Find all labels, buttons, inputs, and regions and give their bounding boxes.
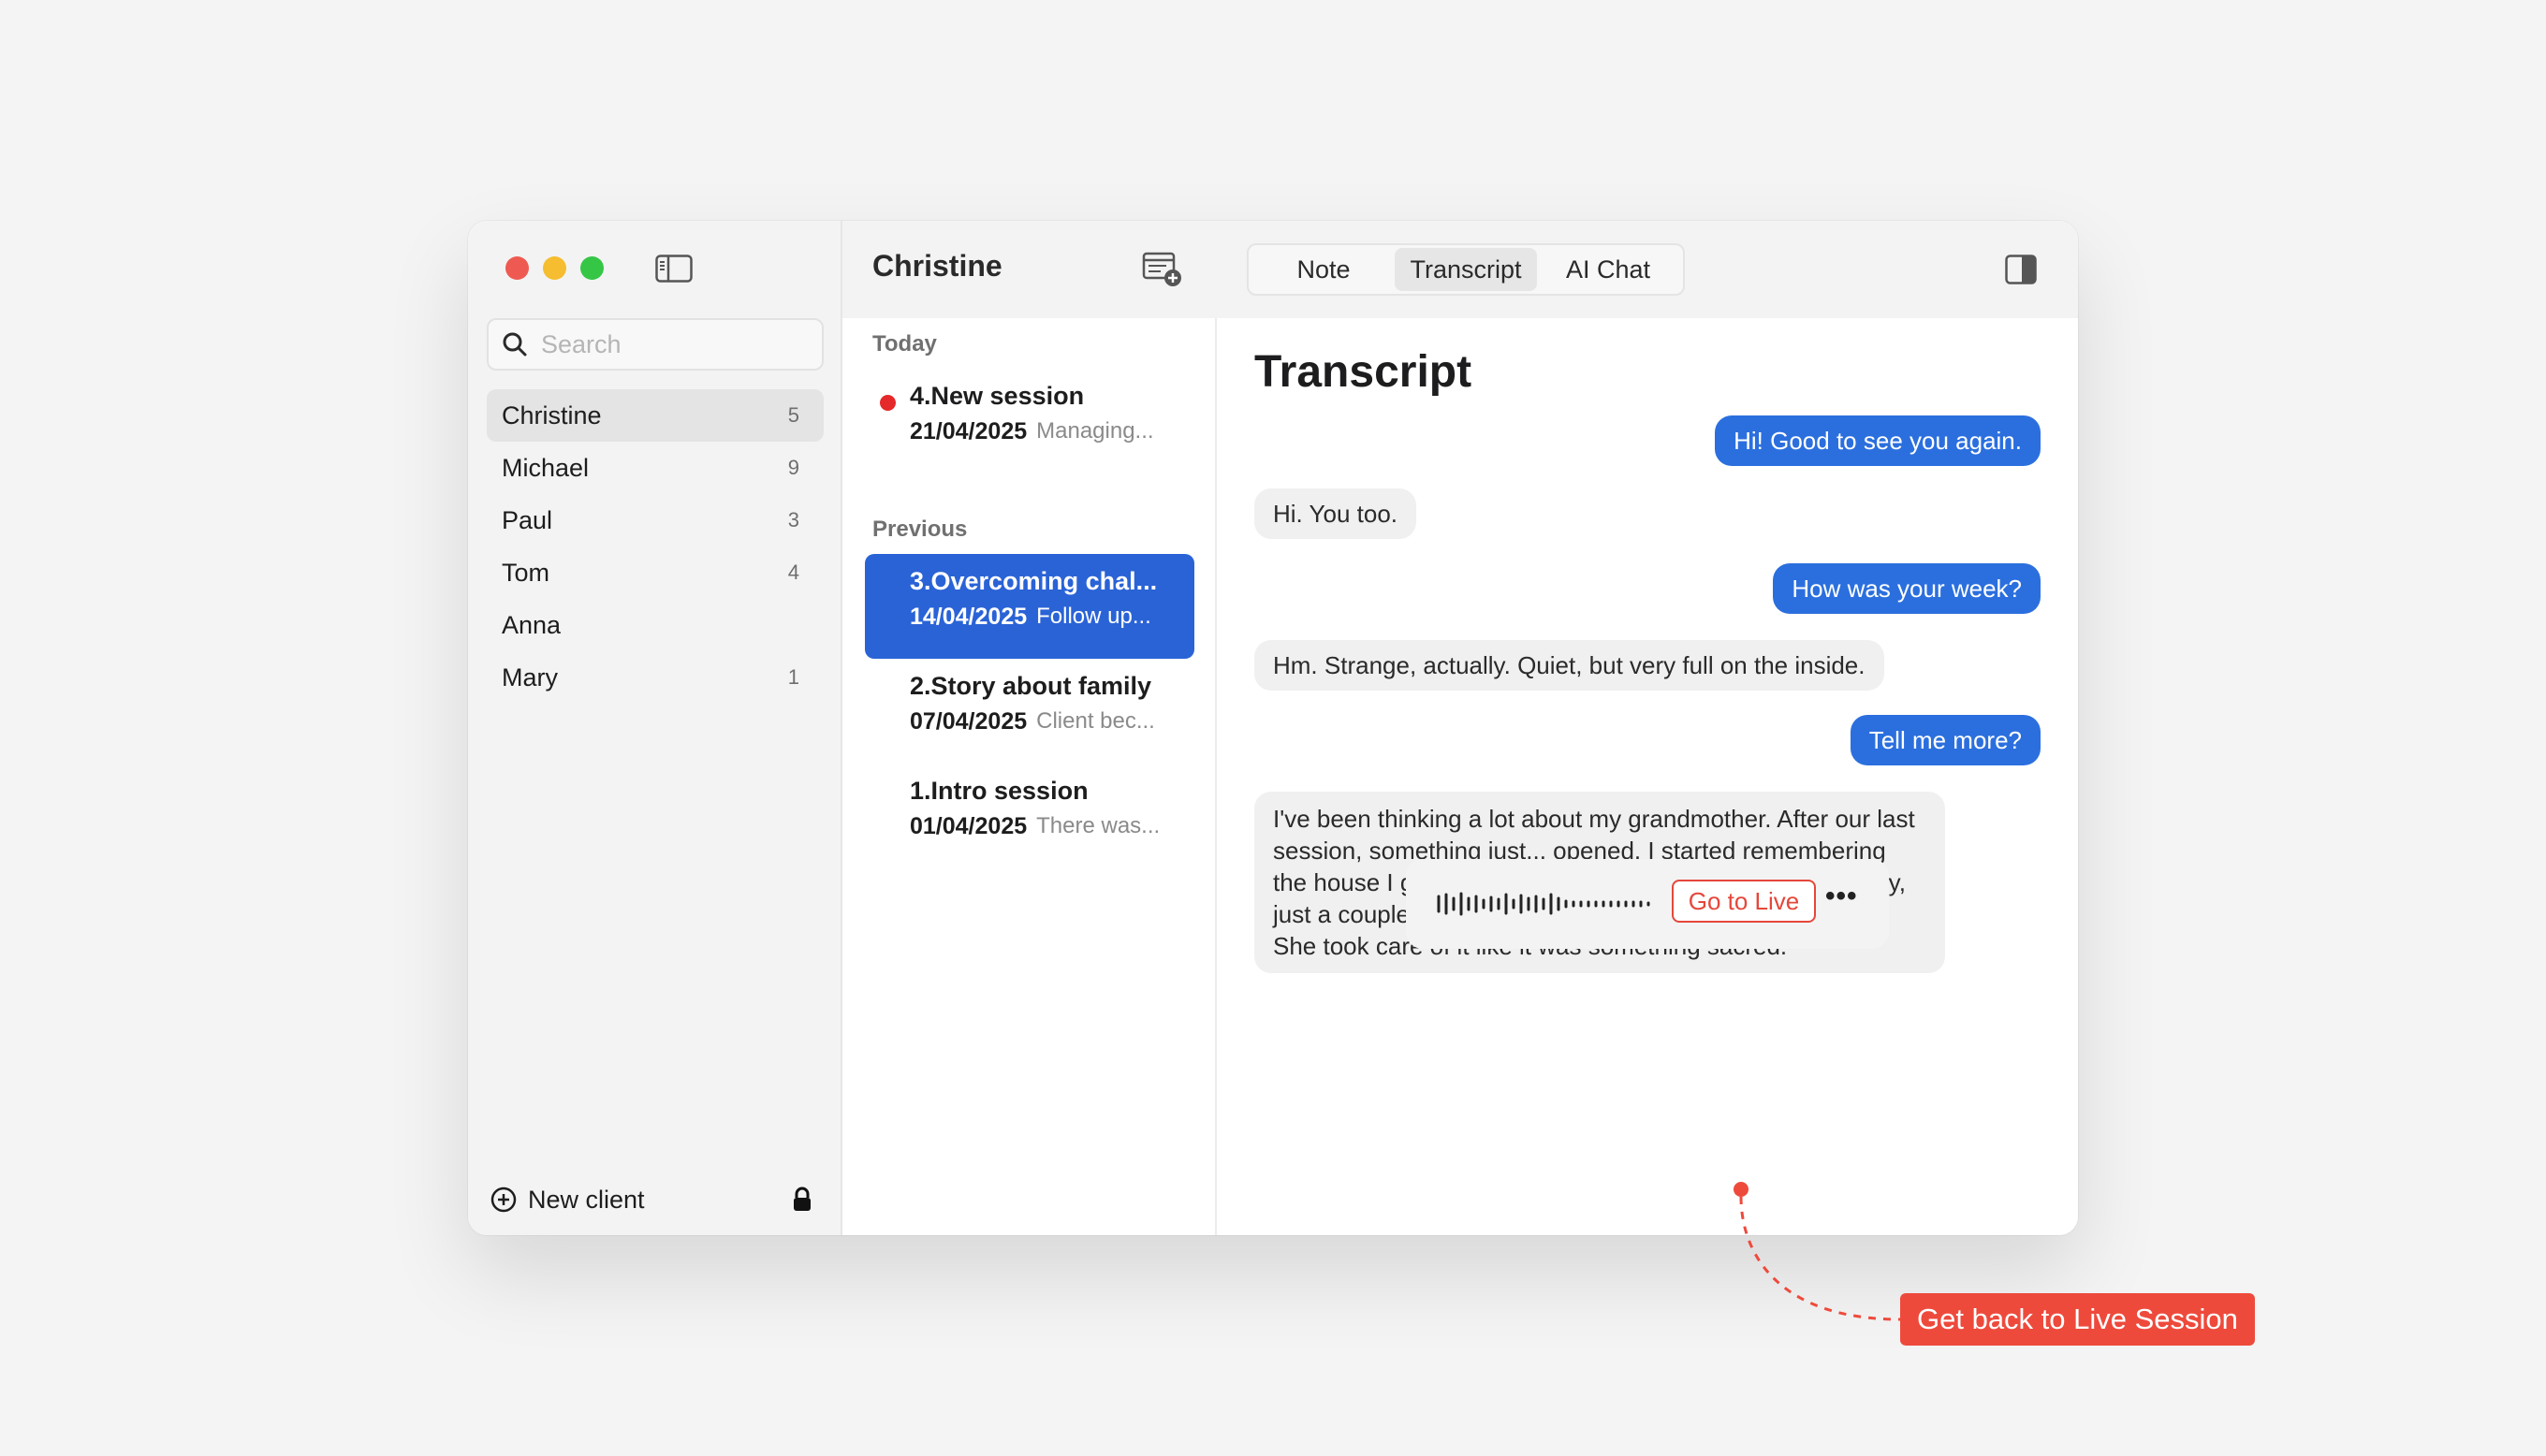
today-section-label: Today <box>872 331 937 357</box>
client-name: Michael <box>502 453 590 482</box>
close-window-button[interactable] <box>505 256 529 280</box>
search-field[interactable] <box>487 318 824 371</box>
client-name: Christine <box>502 400 602 430</box>
waveform-icon[interactable] <box>1436 889 1653 919</box>
session-title: 4.New session <box>910 382 1085 410</box>
client-item-michael[interactable]: Michael 9 <box>487 442 824 494</box>
client-name: Paul <box>502 505 553 534</box>
session-item-1[interactable]: 1.Intro session 01/04/2025 There was... <box>865 764 1194 868</box>
client-name: Anna <box>502 610 562 639</box>
client-message: Hi. You too. <box>1254 488 1416 539</box>
session-preview: There was... <box>1036 813 1161 838</box>
plus-circle-icon <box>490 1187 517 1213</box>
new-client-button[interactable]: New client <box>490 1186 645 1215</box>
session-count: 9 <box>787 456 799 479</box>
transcript-panel: Transcript Hi! Good to see you again. Hi… <box>1217 318 2078 1235</box>
new-session-icon[interactable] <box>1142 251 1183 288</box>
session-count: 5 <box>787 403 799 427</box>
session-preview: Client bec... <box>1036 708 1155 734</box>
annotation-connector <box>1734 1182 1901 1321</box>
search-icon <box>503 332 527 357</box>
toolbar: Christine Note Transcript AI Chat <box>842 221 2078 318</box>
session-count: 1 <box>787 665 799 689</box>
client-title: Christine <box>872 249 1002 283</box>
session-item-3[interactable]: 3.Overcoming chal... 14/04/2025 Follow u… <box>865 554 1194 659</box>
right-panel-toggle-icon[interactable] <box>2005 255 2037 284</box>
more-options-button[interactable]: ••• <box>1825 882 1858 910</box>
tab-ai-chat[interactable]: AI Chat <box>1537 248 1679 291</box>
client-item-paul[interactable]: Paul 3 <box>487 494 824 546</box>
zoom-window-button[interactable] <box>580 256 604 280</box>
audio-player: Go to Live ••• <box>1406 859 1889 949</box>
session-list-panel: Today 4.New session 21/04/2025 Managing.… <box>842 221 1217 1235</box>
window-controls <box>505 256 604 280</box>
client-message: Hm. Strange, actually. Quiet, but very f… <box>1254 640 1884 691</box>
client-item-christine[interactable]: Christine 5 <box>487 389 824 442</box>
session-title: 1.Intro session <box>910 777 1089 805</box>
session-date: 01/04/2025 <box>910 813 1028 839</box>
search-input[interactable] <box>541 329 812 359</box>
client-list: Christine 5 Michael 9 Paul 3 Tom 4 Anna … <box>487 389 824 704</box>
therapist-message: Hi! Good to see you again. <box>1715 415 2041 466</box>
minimize-window-button[interactable] <box>543 256 566 280</box>
client-name: Tom <box>502 558 550 587</box>
session-title: 3.Overcoming chal... <box>910 567 1158 595</box>
therapist-message: How was your week? <box>1773 563 2041 614</box>
session-count: 4 <box>787 561 799 584</box>
tab-note[interactable]: Note <box>1252 248 1395 291</box>
session-title: 2.Story about family <box>910 672 1152 700</box>
session-item-4[interactable]: 4.New session 21/04/2025 Managing... <box>865 369 1194 473</box>
app-window: Christine 5 Michael 9 Paul 3 Tom 4 Anna … <box>468 221 2078 1235</box>
therapist-message: Tell me more? <box>1850 715 2041 765</box>
session-preview: Managing... <box>1036 418 1154 444</box>
lock-icon[interactable] <box>792 1187 812 1213</box>
session-date: 14/04/2025 <box>910 604 1028 630</box>
transcript-title: Transcript <box>1254 347 1472 397</box>
session-item-2[interactable]: 2.Story about family 07/04/2025 Client b… <box>865 659 1194 764</box>
go-to-live-button[interactable]: Go to Live <box>1672 880 1816 923</box>
client-item-tom[interactable]: Tom 4 <box>487 546 824 599</box>
new-client-label: New client <box>528 1185 645 1214</box>
client-item-mary[interactable]: Mary 1 <box>487 651 824 704</box>
session-date: 07/04/2025 <box>910 708 1028 735</box>
live-indicator-dot <box>880 395 896 411</box>
client-name: Mary <box>502 662 558 692</box>
tab-transcript[interactable]: Transcript <box>1395 248 1537 291</box>
sidebar-toggle-icon[interactable] <box>655 255 693 283</box>
sidebar-footer: New client <box>490 1181 812 1218</box>
previous-section-label: Previous <box>872 517 968 542</box>
client-item-anna[interactable]: Anna <box>487 599 824 651</box>
view-tabs: Note Transcript AI Chat <box>1247 243 1685 296</box>
session-preview: Follow up... <box>1036 604 1151 629</box>
annotation-callout: Get back to Live Session <box>1900 1293 2255 1346</box>
session-count: 3 <box>787 508 799 531</box>
session-date: 21/04/2025 <box>910 418 1028 444</box>
client-sidebar: Christine 5 Michael 9 Paul 3 Tom 4 Anna … <box>468 221 842 1235</box>
